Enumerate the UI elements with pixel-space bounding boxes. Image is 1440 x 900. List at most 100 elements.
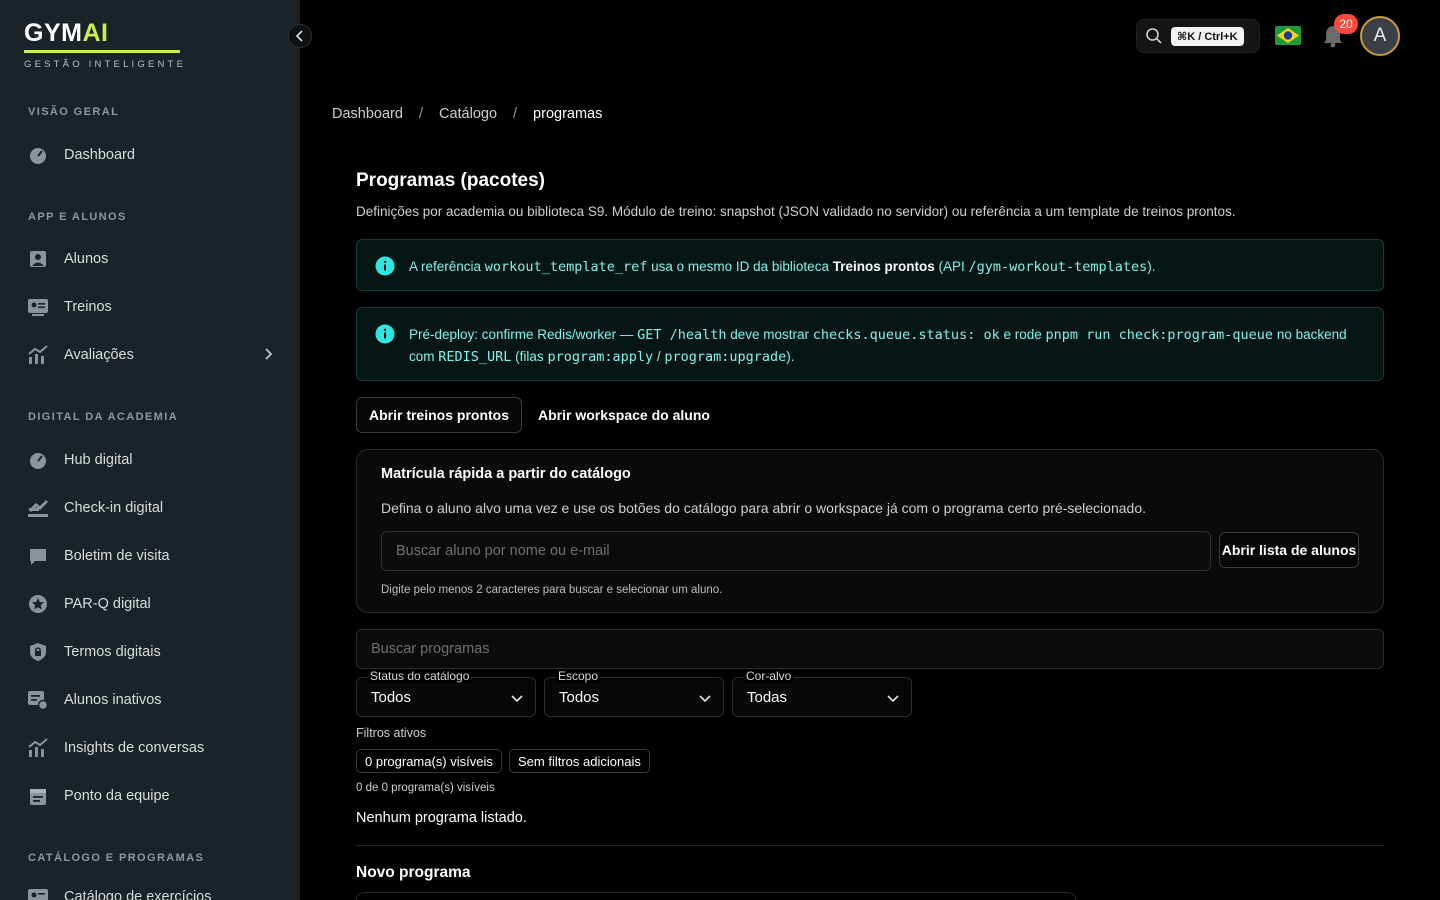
sidebar-item-avaliacoes[interactable]: Avaliações bbox=[26, 339, 276, 371]
sidebar-item-label: PAR-Q digital bbox=[64, 596, 151, 612]
sidebar-item-label: Insights de conversas bbox=[64, 740, 205, 756]
breadcrumb-separator: / bbox=[418, 106, 423, 122]
id-card-icon bbox=[26, 295, 50, 319]
user-avatar[interactable]: A bbox=[1360, 16, 1400, 56]
program-search-input[interactable]: Buscar programas bbox=[356, 629, 1384, 669]
programs-count-text: 0 de 0 programa(s) visíveis bbox=[356, 782, 495, 794]
status-filter-value: Todos bbox=[371, 688, 412, 706]
color-filter-select[interactable]: Todas bbox=[732, 677, 912, 717]
user-icon bbox=[26, 247, 50, 271]
sidebar-item-insights-conversas[interactable]: Insights de conversas bbox=[26, 732, 276, 764]
section-app-alunos: APP E ALUNOS bbox=[28, 211, 127, 223]
info-alert-template-ref: A referência workout_template_ref usa o … bbox=[356, 239, 1384, 291]
chevron-right-icon bbox=[264, 347, 274, 365]
star-badge-icon bbox=[26, 592, 50, 616]
sidebar-item-label: Treinos bbox=[64, 299, 112, 315]
sidebar-item-label: Boletim de visita bbox=[64, 548, 170, 564]
sidebar-item-label: Catálogo de exercícios bbox=[64, 889, 212, 900]
brand-logo[interactable]: GYMAI GESTÃO INTELIGENTE bbox=[24, 18, 186, 70]
gauge-icon bbox=[26, 143, 50, 167]
sidebar-item-parq-digital[interactable]: PAR-Q digital bbox=[26, 588, 276, 620]
status-filter-label: Status do catálogo bbox=[368, 669, 472, 683]
gauge-icon bbox=[26, 448, 50, 472]
empty-state-text: Nenhum programa listado. bbox=[356, 810, 527, 826]
sidebar-collapse-button[interactable] bbox=[288, 24, 312, 48]
open-templates-button[interactable]: Abrir treinos prontos bbox=[356, 397, 522, 433]
sidebar-item-boletim-visita[interactable]: Boletim de visita bbox=[26, 540, 276, 572]
sidebar-item-alunos-inativos[interactable]: Alunos inativos bbox=[26, 684, 276, 716]
open-students-list-button[interactable]: Abrir lista de alunos bbox=[1219, 532, 1359, 568]
program-search-placeholder: Buscar programas bbox=[371, 641, 490, 657]
open-workspace-button[interactable]: Abrir workspace do aluno bbox=[538, 397, 710, 433]
quick-enroll-card: Matrícula rápida a partir do catálogo De… bbox=[356, 449, 1384, 613]
breadcrumb-catalogo[interactable]: Catálogo bbox=[439, 106, 497, 122]
breadcrumb-dashboard[interactable]: Dashboard bbox=[332, 106, 403, 122]
sidebar-item-dashboard[interactable]: Dashboard bbox=[26, 139, 276, 171]
brand-name: GYMAI bbox=[24, 19, 109, 47]
section-digital-academia: DIGITAL DA ACADEMIA bbox=[28, 411, 179, 423]
sidebar-item-label: Alunos bbox=[64, 251, 109, 267]
sidebar-item-hub-digital[interactable]: Hub digital bbox=[26, 444, 276, 476]
breadcrumb-current: programas bbox=[533, 106, 603, 122]
info-alert-predeploy: Pré-deploy: confirme Redis/worker — GET … bbox=[356, 307, 1384, 381]
active-filters-label: Filtros ativos bbox=[356, 726, 427, 740]
quick-enroll-description: Defina o aluno alvo uma vez e use os bot… bbox=[381, 500, 1146, 516]
calendar-icon bbox=[26, 784, 50, 808]
student-search-input[interactable]: Buscar aluno por nome ou e-mail bbox=[381, 531, 1211, 571]
sidebar-item-treinos[interactable]: Treinos bbox=[26, 291, 276, 323]
page-description: Definições por academia ou biblioteca S9… bbox=[356, 204, 1236, 219]
notifications-count-badge: 20 bbox=[1334, 14, 1358, 34]
brazil-flag-icon[interactable] bbox=[1275, 26, 1301, 45]
command-search-button[interactable]: ⌘K / Ctrl+K bbox=[1136, 19, 1260, 53]
checkin-icon bbox=[26, 496, 50, 520]
color-filter-value: Todas bbox=[747, 688, 788, 706]
chevron-left-icon bbox=[295, 30, 303, 42]
sidebar-item-alunos[interactable]: Alunos bbox=[26, 243, 276, 275]
scope-filter-label: Escopo bbox=[556, 669, 601, 683]
sidebar-item-ponto-equipe[interactable]: Ponto da equipe bbox=[26, 780, 276, 812]
quick-enroll-title: Matrícula rápida a partir do catálogo bbox=[381, 466, 631, 482]
search-icon bbox=[1146, 28, 1162, 44]
inactive-list-icon bbox=[26, 688, 50, 712]
info-icon bbox=[375, 256, 395, 279]
new-program-title: Novo programa bbox=[356, 864, 471, 881]
sidebar-item-catalogo-exercicios[interactable]: Catálogo de exercícios bbox=[26, 881, 276, 900]
id-card-icon bbox=[26, 885, 50, 900]
sidebar-item-label: Alunos inativos bbox=[64, 692, 162, 708]
lock-shield-icon bbox=[26, 640, 50, 664]
sidebar-item-label: Dashboard bbox=[64, 147, 135, 163]
scope-filter-value: Todos bbox=[559, 688, 600, 706]
status-filter-select[interactable]: Todos bbox=[356, 677, 536, 717]
sidebar-item-checkin-digital[interactable]: Check-in digital bbox=[26, 492, 276, 524]
student-search-placeholder: Buscar aluno por nome ou e-mail bbox=[396, 543, 610, 559]
sidebar-item-label: Check-in digital bbox=[64, 500, 164, 516]
page-title: Programas (pacotes) bbox=[356, 170, 546, 191]
breadcrumb-separator: / bbox=[513, 106, 518, 122]
shortcut-hint: ⌘K / Ctrl+K bbox=[1171, 26, 1244, 46]
chevron-down-icon bbox=[699, 691, 711, 708]
sidebar-item-label: Avaliações bbox=[64, 347, 134, 363]
chevron-down-icon bbox=[511, 691, 523, 708]
chart-icon bbox=[26, 343, 50, 367]
color-filter-label: Cor-alvo bbox=[744, 669, 794, 683]
scope-filter-select[interactable]: Todos bbox=[544, 677, 724, 717]
student-search-hint: Digite pelo menos 2 caracteres para busc… bbox=[381, 584, 723, 596]
chat-icon bbox=[26, 544, 50, 568]
sidebar-item-label: Hub digital bbox=[64, 452, 133, 468]
info-alert-text: A referência workout_template_ref usa o … bbox=[409, 259, 1156, 275]
sidebar-item-label: Termos digitais bbox=[64, 644, 161, 660]
section-divider bbox=[356, 845, 1384, 846]
chevron-down-icon bbox=[887, 691, 899, 708]
no-extra-filters-chip: Sem filtros adicionais bbox=[509, 749, 650, 773]
info-alert-text: Pré-deploy: confirme Redis/worker — GET … bbox=[409, 327, 1347, 365]
section-catalogo-programas: CATÁLOGO E PROGRAMAS bbox=[28, 852, 205, 864]
brand-tagline: GESTÃO INTELIGENTE bbox=[24, 59, 187, 70]
section-visao-geral: VISÃO GERAL bbox=[28, 106, 120, 118]
sidebar-item-label: Ponto da equipe bbox=[64, 788, 170, 804]
new-program-form bbox=[356, 892, 1076, 900]
breadcrumb: Dashboard / Catálogo / programas bbox=[332, 106, 602, 122]
chart-icon bbox=[26, 736, 50, 760]
sidebar-item-termos-digitais[interactable]: Termos digitais bbox=[26, 636, 276, 668]
info-icon bbox=[375, 324, 395, 347]
brand-underline bbox=[24, 50, 180, 53]
